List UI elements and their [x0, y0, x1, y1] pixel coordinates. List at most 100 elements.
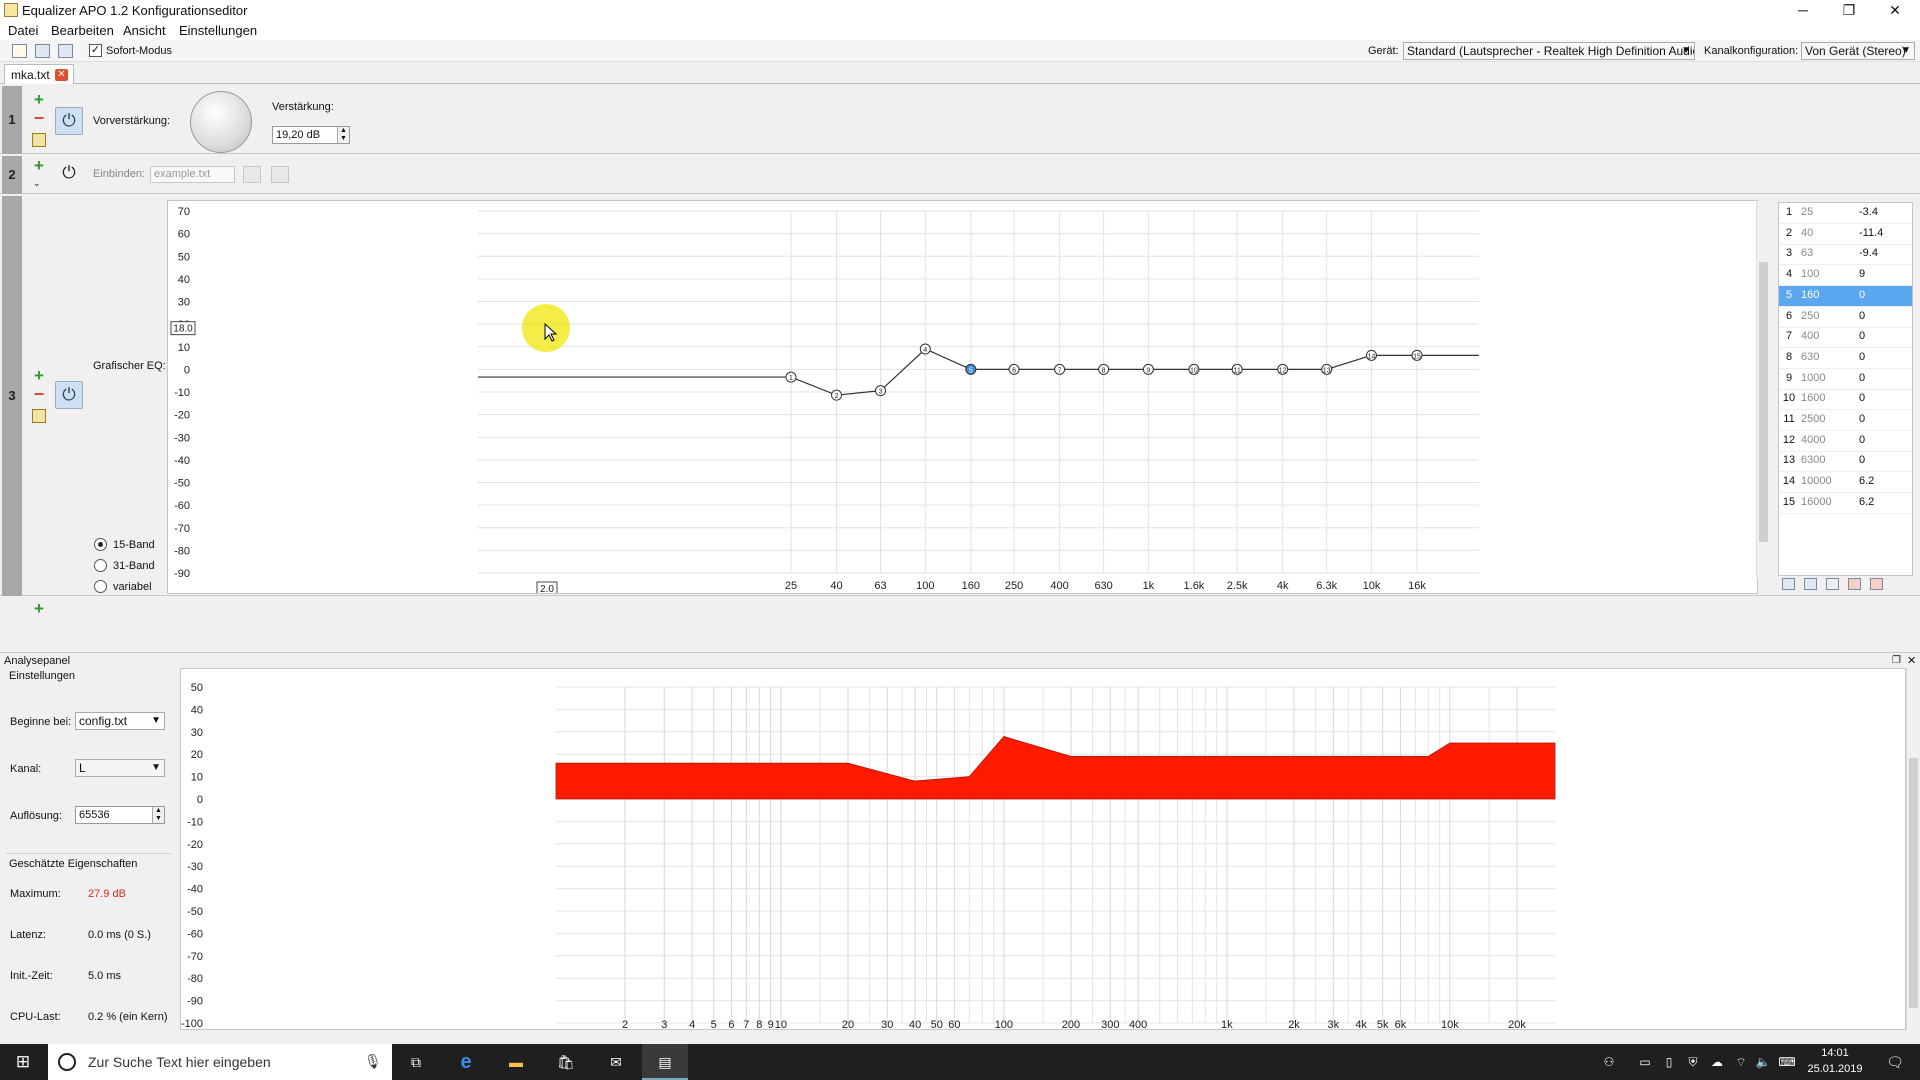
store-icon[interactable]: 🛍	[546, 1044, 586, 1080]
add-icon[interactable]: +	[32, 91, 46, 108]
band-gain[interactable]: 0	[1859, 289, 1865, 301]
device-select[interactable]: Standard (Lautsprecher - Realtek High De…	[1403, 42, 1695, 60]
notifications-icon[interactable]: 🗨	[1880, 1044, 1910, 1080]
eq-band-point[interactable]: 3	[875, 385, 887, 397]
band-gain[interactable]: 9	[1859, 268, 1865, 280]
load-bands-icon[interactable]	[1804, 578, 1817, 590]
close-panel-icon[interactable]: ✕	[1907, 653, 1916, 669]
file-explorer-icon[interactable]: ▬	[496, 1044, 536, 1080]
eq-band-point[interactable]: 14	[1365, 349, 1377, 361]
edit-icon[interactable]	[32, 409, 46, 423]
eq-band-point[interactable]: 9	[1142, 363, 1154, 375]
analysis-vertical-scrollbar[interactable]	[1906, 668, 1920, 1030]
reset-bands-icon[interactable]	[1826, 578, 1839, 590]
browse-folder-icon[interactable]	[243, 166, 261, 183]
mail-icon[interactable]: ✉	[596, 1044, 636, 1080]
edit-icon[interactable]	[32, 133, 46, 147]
band-gain[interactable]: 6.2	[1859, 496, 1874, 508]
normalize-bands-icon[interactable]	[1870, 578, 1883, 590]
eq-band-point[interactable]: 7	[1054, 363, 1066, 375]
edge-browser-icon[interactable]: e	[446, 1044, 486, 1080]
minimize-button[interactable]: ─	[1780, 0, 1826, 22]
resolution-spinbox[interactable]: 65536 ▲ ▼	[75, 806, 165, 824]
cloud-icon[interactable]: ☁	[1706, 1044, 1728, 1080]
eq-band-point[interactable]: 11	[1231, 363, 1243, 375]
band-gain[interactable]: 0	[1859, 330, 1865, 342]
remove-icon[interactable]: −	[32, 385, 46, 403]
security-icon[interactable]: ⛨	[1682, 1044, 1704, 1080]
eq-band-point[interactable]: 8	[1098, 363, 1110, 375]
save-bands-icon[interactable]	[1782, 578, 1795, 590]
channel-config-select[interactable]: Von Gerät (Stereo) ▼	[1801, 42, 1915, 60]
band-table-row[interactable]: 5 160 0	[1779, 285, 1912, 307]
new-file-icon[interactable]	[12, 44, 27, 58]
band-table-row[interactable]: 15 16000 6.2	[1779, 493, 1912, 514]
taskbar-search-box[interactable]: Zur Suche Text hier eingeben 🎙	[48, 1044, 392, 1080]
band-gain[interactable]: 0	[1859, 372, 1865, 384]
close-button[interactable]: ✕	[1872, 0, 1918, 22]
band-gain[interactable]: 6.2	[1859, 475, 1874, 487]
scrollbar-thumb[interactable]	[1909, 758, 1918, 1008]
remove-icon[interactable]: −	[32, 109, 46, 127]
power-toggle-icon[interactable]: ⏻	[55, 107, 83, 135]
band-table-row[interactable]: 12 4000 0	[1779, 431, 1912, 452]
band-gain[interactable]: 0	[1859, 454, 1865, 466]
save-file-icon[interactable]	[58, 44, 73, 58]
add-filter-icon[interactable]: +	[32, 600, 46, 617]
band-31-radio[interactable]	[94, 559, 107, 572]
band-gain[interactable]: -3.4	[1859, 206, 1878, 218]
eq-band-point[interactable]: 10	[1188, 363, 1200, 375]
volume-icon[interactable]: 🔈	[1752, 1044, 1774, 1080]
power-toggle-icon[interactable]: ⏻	[55, 381, 83, 409]
add-icon[interactable]: +	[32, 367, 46, 384]
eq-vertical-scrollbar[interactable]	[1756, 202, 1770, 578]
equalizer-app-taskbar-icon[interactable]: ▤	[642, 1044, 688, 1080]
menu-ansicht[interactable]: Ansicht	[123, 23, 166, 38]
include-file-field[interactable]: example.txt	[150, 166, 235, 183]
band-gain[interactable]: 0	[1859, 434, 1865, 446]
eq-band-point[interactable]: 4	[919, 343, 931, 355]
band-table-row[interactable]: 1 25 -3.4	[1779, 203, 1912, 224]
band-15-radio[interactable]	[94, 538, 107, 551]
eq-band-point[interactable]: 12	[1277, 363, 1289, 375]
eq-band-point[interactable]: 15	[1411, 349, 1423, 361]
open-file-icon[interactable]	[35, 44, 50, 58]
band-table-row[interactable]: 13 6300 0	[1779, 451, 1912, 473]
spin-arrows-icon[interactable]: ▲ ▼	[152, 807, 164, 823]
eq-band-point[interactable]: 2	[831, 389, 843, 401]
band-table-row[interactable]: 9 1000 0	[1779, 369, 1912, 390]
eq-band-point[interactable]: 6	[1008, 363, 1020, 375]
band-gain[interactable]: 0	[1859, 310, 1865, 322]
eq-band-point[interactable]: 5	[965, 363, 977, 375]
battery-icon[interactable]: ▯	[1658, 1044, 1680, 1080]
add-icon[interactable]: +	[32, 157, 46, 174]
task-view-icon[interactable]: ⧉	[396, 1044, 436, 1080]
menu-einstellungen[interactable]: Einstellungen	[179, 23, 257, 38]
eq-curve-svg[interactable]: 706050403020100-10-20-30-40-50-60-70-80-…	[168, 201, 1757, 593]
menu-bearbeiten[interactable]: Bearbeiten	[51, 23, 114, 38]
graphic-eq-plot[interactable]: 706050403020100-10-20-30-40-50-60-70-80-…	[167, 200, 1758, 594]
eq-band-point[interactable]: 13	[1321, 363, 1333, 375]
expand-icon[interactable]: ⌄	[33, 178, 41, 189]
maximize-button[interactable]: ❐	[1826, 0, 1872, 22]
band-table-row[interactable]: 6 250 0	[1779, 307, 1912, 328]
analysis-plot[interactable]: 50 40 30 20 10 0 -10 -20 -30 -40 -50 -60 -70 -80 -90 -1…	[180, 668, 1906, 1030]
scrollbar-thumb[interactable]	[1759, 262, 1768, 542]
input-language-icon[interactable]: ⌨	[1776, 1044, 1798, 1080]
tab-mka-txt[interactable]: mka.txt ✕	[4, 64, 74, 84]
microphone-icon[interactable]: 🎙	[364, 1053, 382, 1070]
band-gain[interactable]: -9.4	[1859, 247, 1878, 259]
close-tab-icon[interactable]: ✕	[55, 69, 68, 81]
band-table-row[interactable]: 2 40 -11.4	[1779, 224, 1912, 245]
band-gain[interactable]: -11.4	[1859, 227, 1883, 239]
band-table-row[interactable]: 8 630 0	[1779, 348, 1912, 369]
band-table-row[interactable]: 4 100 9	[1779, 265, 1912, 287]
band-variable-radio[interactable]	[94, 580, 107, 593]
band-table-row[interactable]: 3 63 -9.4	[1779, 244, 1912, 266]
band-table-row[interactable]: 7 400 0	[1779, 327, 1912, 349]
band-table-row[interactable]: 10 1600 0	[1779, 389, 1912, 411]
band-table-row[interactable]: 14 10000 6.2	[1779, 472, 1912, 494]
wifi-icon[interactable]: ⌔	[1730, 1044, 1752, 1080]
float-panel-icon[interactable]: ❐	[1892, 653, 1901, 669]
gain-spinbox[interactable]: 19,20 dB ▲ ▼	[272, 126, 350, 144]
